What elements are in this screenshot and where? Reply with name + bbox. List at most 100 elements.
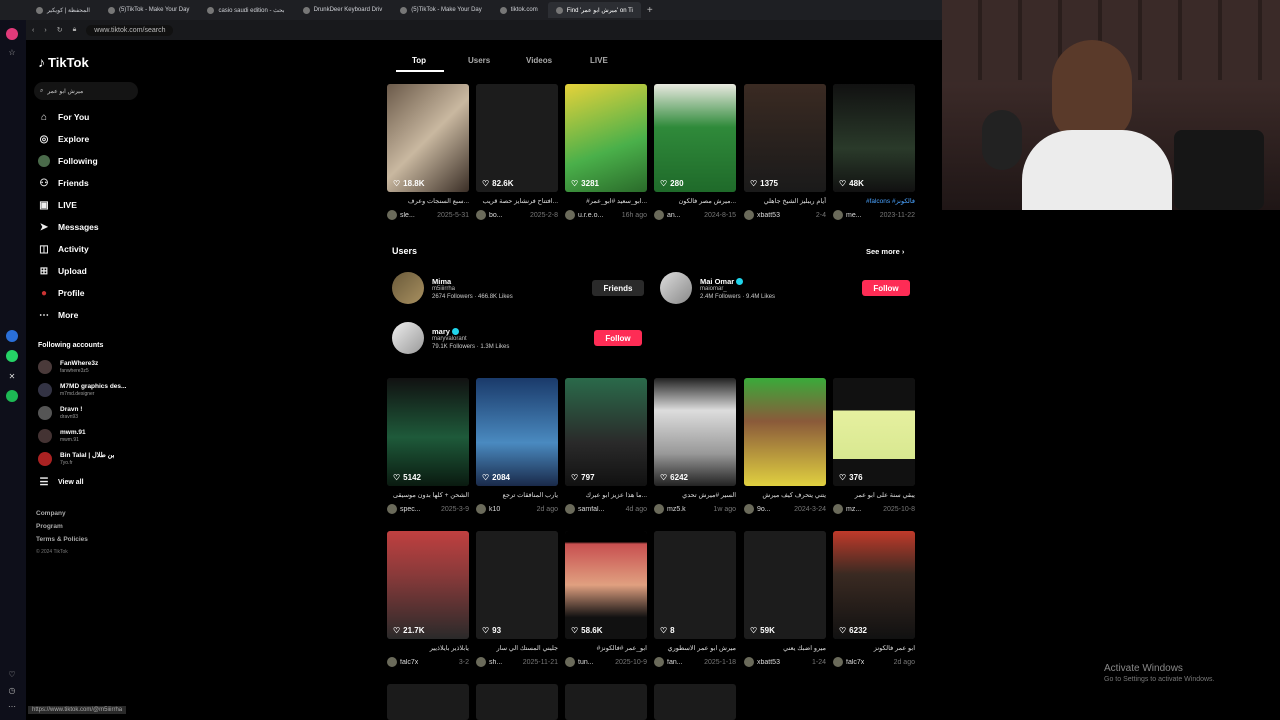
video-caption[interactable]: السير #ميرش تحدي (654, 491, 736, 499)
nav-more[interactable]: ⋯ More (38, 307, 78, 323)
nav-upload[interactable]: ⊞ Upload (38, 263, 87, 279)
video-card[interactable]: ♡ 6242 (654, 378, 736, 486)
video-caption[interactable]: افتتاح فرنشايز حصة قريب... (476, 197, 558, 205)
url-field[interactable]: www.tiktok.com/search (86, 24, 174, 36)
username[interactable]: xbatt53 (757, 659, 780, 666)
avatar[interactable] (833, 210, 843, 220)
browser-tab[interactable]: tiktok.com (492, 2, 546, 18)
avatar[interactable] (833, 504, 843, 514)
username[interactable]: falc7x (846, 659, 864, 666)
video-card[interactable]: ♡ 6232 (833, 531, 915, 639)
nav-friends[interactable]: ⚇ Friends (38, 175, 89, 191)
video-card[interactable]: ♡ 58.6K (565, 531, 647, 639)
nav-messages[interactable]: ➤ Messages (38, 219, 99, 235)
footer-company[interactable]: Company (36, 510, 66, 517)
avatar[interactable] (565, 210, 575, 220)
avatar[interactable] (654, 504, 664, 514)
nav-activity[interactable]: ◫ Activity (38, 241, 88, 257)
video-caption[interactable]: سبع السنجات وعرف... (387, 197, 469, 205)
username[interactable]: k10 (489, 506, 500, 513)
video-caption[interactable]: #ابو_عمر #فالكونز (565, 644, 647, 652)
following-account[interactable]: Bin Talal | بن طلال 7yo.fr (38, 449, 114, 469)
avatar[interactable] (387, 504, 397, 514)
video-caption[interactable]: جليني المستك الي سار (476, 644, 558, 652)
video-card[interactable]: ♡ 18.8K (387, 84, 469, 192)
username[interactable]: an... (667, 212, 681, 219)
username[interactable]: u.r.e.o... (578, 212, 603, 219)
avatar[interactable] (476, 504, 486, 514)
video-card[interactable]: ♡ 280 (654, 84, 736, 192)
avatar[interactable] (744, 210, 754, 220)
username[interactable]: tun... (578, 659, 594, 666)
username[interactable]: fan... (667, 659, 683, 666)
video-card[interactable] (744, 378, 826, 486)
browser-tab[interactable]: المحفظة | كويكير (28, 2, 98, 18)
video-caption[interactable]: الشحن + كلها بدون موسيقى (387, 491, 469, 499)
user-result[interactable]: mary maryvalorant 79.1K Followers · 1.3M L… (392, 322, 509, 354)
following-account[interactable]: M7MD graphics des... m7md.designer (38, 380, 126, 400)
avatar[interactable] (744, 657, 754, 667)
video-card[interactable]: ♡ 1375 (744, 84, 826, 192)
search-input[interactable]: ⌕ ميرش ابو عمر (34, 82, 138, 100)
following-account[interactable]: Dravn ! dravn93 (38, 403, 82, 423)
video-card[interactable]: ♡ 82.6K (476, 84, 558, 192)
history-icon[interactable]: ◷ (6, 684, 18, 696)
tab-top[interactable]: Top (412, 56, 426, 65)
tab-users[interactable]: Users (468, 56, 490, 65)
username[interactable]: sh... (489, 659, 502, 666)
avatar[interactable] (565, 504, 575, 514)
video-caption[interactable]: ميرو اضبك يعني (744, 644, 826, 652)
video-caption[interactable]: ابو عمر فالكونز (833, 644, 915, 652)
username[interactable]: falc7x (400, 659, 418, 666)
avatar[interactable] (387, 210, 397, 220)
video-card[interactable] (476, 684, 558, 720)
username[interactable]: mz... (846, 506, 861, 513)
username[interactable]: mz5.k (667, 506, 686, 513)
avatar[interactable] (565, 657, 575, 667)
video-card[interactable]: ♡ 376 (833, 378, 915, 486)
nav-explore[interactable]: ◎ Explore (38, 131, 90, 147)
video-card[interactable]: ♡ 59K (744, 531, 826, 639)
video-card[interactable] (387, 684, 469, 720)
follow-button[interactable]: Follow (594, 330, 642, 346)
footer-terms[interactable]: Terms & Policies (36, 536, 88, 543)
video-card[interactable]: ♡ 2084 (476, 378, 558, 486)
star-icon[interactable]: ☆ (6, 46, 18, 58)
following-account[interactable]: mwm.91 mwm.91 (38, 426, 86, 446)
username[interactable]: me... (846, 212, 862, 219)
video-card[interactable]: ♡ 5142 (387, 378, 469, 486)
username[interactable]: samfal... (578, 506, 604, 513)
avatar[interactable] (387, 657, 397, 667)
back-icon[interactable]: ‹ (32, 27, 34, 34)
reload-icon[interactable]: ↻ (57, 26, 63, 34)
see-more-link[interactable]: See more › (866, 247, 904, 256)
video-card[interactable] (565, 684, 647, 720)
nav-profile[interactable]: ● Profile (38, 285, 84, 301)
video-card[interactable]: ♡ 3281 (565, 84, 647, 192)
video-caption[interactable]: أيام ريبليز الشيخ جاهلي (744, 197, 826, 205)
video-caption[interactable]: يابلاذير بايلاذيير (387, 644, 469, 652)
nav-live[interactable]: ▣ LIVE (38, 197, 77, 213)
video-caption[interactable]: ما هذا عزيز ابو عبرك... (565, 491, 647, 499)
browser-tab[interactable]: DrunkDeer Keyboard Driv (295, 2, 391, 18)
friends-button[interactable]: Friends (592, 280, 644, 296)
username[interactable]: sle... (400, 212, 415, 219)
video-card[interactable]: ♡ 48K (833, 84, 915, 192)
video-caption[interactable]: #ابو_سعيد #ابو_عمر... (565, 197, 647, 205)
avatar[interactable] (654, 210, 664, 220)
browser-tab-active[interactable]: Find 'ميرش ابو عمر' on Ti (547, 2, 641, 18)
username[interactable]: 9o... (757, 506, 771, 513)
avatar[interactable] (654, 657, 664, 667)
follow-button[interactable]: Follow (862, 280, 910, 296)
video-caption[interactable]: #falcons #فالكونز (833, 197, 915, 205)
video-caption[interactable]: يتني يتحرف كيف ميرش (744, 491, 826, 499)
app-icon[interactable] (6, 28, 18, 40)
tab-videos[interactable]: Videos (526, 56, 552, 65)
following-account[interactable]: FanWhere3z fanwhere3z5 (38, 357, 98, 377)
user-result[interactable]: Mima m5iiirrha 2674 Followers · 466.8K Lik… (392, 272, 513, 304)
video-caption[interactable]: ميرش ابو عمر الاسطوري (654, 644, 736, 652)
tab-live[interactable]: LIVE (590, 56, 608, 65)
forward-icon[interactable]: › (44, 27, 46, 34)
nav-for-you[interactable]: ⌂ For You (38, 109, 89, 125)
user-result[interactable]: Mai Omar maiomar_ 2.4M Followers · 9.4M Li… (660, 272, 775, 304)
